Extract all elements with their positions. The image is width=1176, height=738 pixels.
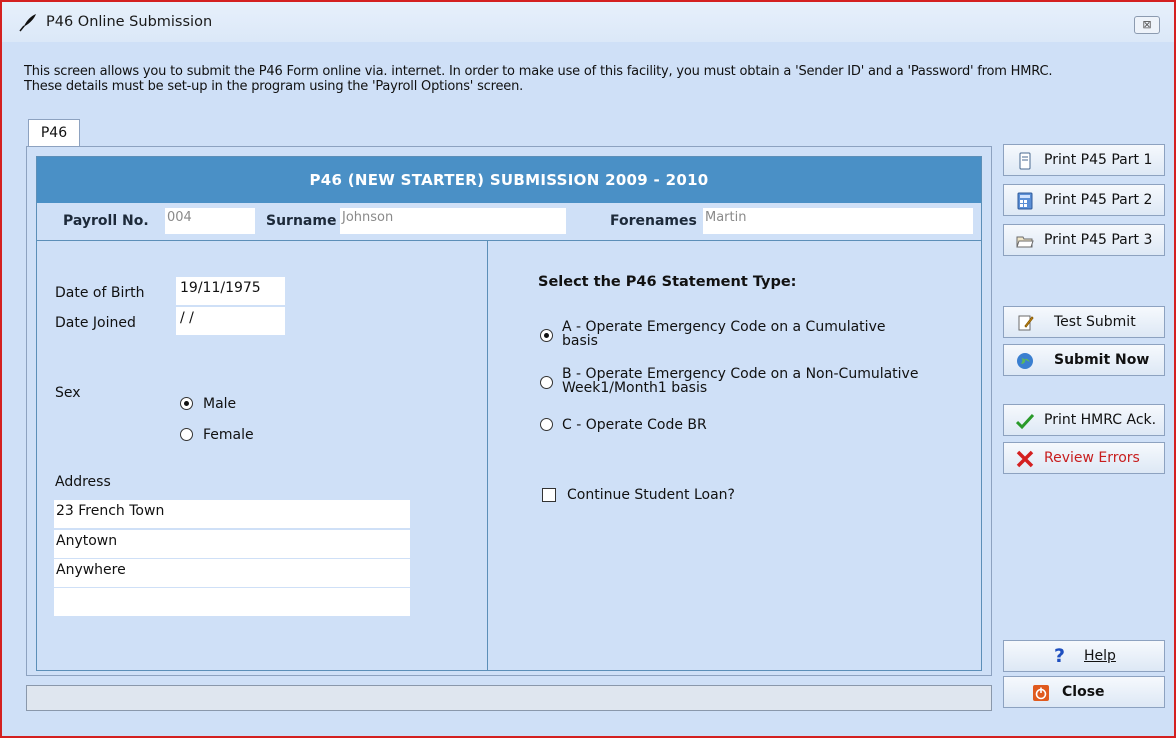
power-icon (1033, 685, 1049, 701)
review-errors-label: Review Errors (1044, 450, 1140, 466)
payroll-field[interactable]: 004 (165, 208, 255, 234)
surname-field[interactable]: Johnson (340, 208, 566, 234)
help-label: Help (1084, 648, 1116, 664)
close-label: Close (1062, 684, 1105, 700)
sex-male-label[interactable]: Male (203, 396, 236, 412)
submit-now-label: Submit Now (1054, 352, 1150, 368)
address-line-4[interactable] (54, 588, 410, 616)
address-line-3[interactable]: Anywhere (54, 559, 410, 587)
forenames-label: Forenames (610, 213, 697, 229)
statement-c-radio[interactable] (540, 418, 553, 431)
print-p45-part2-button[interactable]: Print P45 Part 2 (1003, 184, 1165, 216)
dob-input[interactable]: 19/11/1975 (176, 277, 285, 305)
submission-banner: P46 (NEW STARTER) SUBMISSION 2009 - 2010 (37, 157, 981, 203)
student-loan-checkbox[interactable] (542, 488, 556, 502)
sex-female-radio[interactable] (180, 428, 193, 441)
date-joined-label: Date Joined (55, 315, 136, 331)
statement-heading: Select the P46 Statement Type: (538, 274, 797, 290)
title-bar: P46 Online Submission ⊠ (2, 2, 1174, 42)
test-submit-label: Test Submit (1054, 314, 1136, 330)
address-line-1[interactable]: 23 French Town (54, 500, 410, 528)
statement-a-radio[interactable] (540, 329, 553, 342)
dob-label: Date of Birth (55, 285, 145, 301)
help-button[interactable]: ? Help (1003, 640, 1165, 672)
sex-male-radio[interactable] (180, 397, 193, 410)
statement-b-line-1: B - Operate Emergency Code on a Non-Cumu… (562, 366, 919, 382)
print-p45-part3-button[interactable]: Print P45 Part 3 (1003, 224, 1165, 256)
print-p45-part3-label: Print P45 Part 3 (1044, 232, 1153, 248)
document-icon (1019, 152, 1031, 170)
date-joined-input[interactable]: / / (176, 307, 285, 335)
divider-vertical (487, 241, 488, 671)
submit-now-button[interactable]: Submit Now (1003, 344, 1165, 376)
address-line-2[interactable]: Anytown (54, 530, 410, 558)
document-edit-icon (1018, 315, 1034, 331)
statement-b-line-2: Week1/Month1 basis (562, 380, 708, 396)
window-close-button[interactable]: ⊠ (1134, 16, 1160, 34)
statement-a-line-1: A - Operate Emergency Code on a Cumulati… (562, 319, 886, 335)
student-loan-label[interactable]: Continue Student Loan? (567, 487, 735, 503)
print-p45-part2-label: Print P45 Part 2 (1044, 192, 1153, 208)
forenames-field[interactable]: Martin (703, 208, 973, 234)
divider-horizontal (37, 240, 981, 241)
print-p45-part1-button[interactable]: Print P45 Part 1 (1003, 144, 1165, 176)
folder-open-icon (1016, 236, 1034, 248)
globe-icon (1017, 353, 1033, 369)
intro-line-1: This screen allows you to submit the P46… (24, 64, 1053, 79)
statement-a-line-2: basis (562, 333, 598, 349)
window-title: P46 Online Submission (46, 14, 213, 30)
help-icon: ? (1054, 645, 1066, 667)
quill-icon (19, 14, 36, 32)
close-button[interactable]: Close (1003, 676, 1165, 708)
intro-line-2: These details must be set-up in the prog… (24, 79, 524, 94)
calculator-icon (1017, 192, 1033, 210)
address-label: Address (55, 474, 111, 490)
statement-c-label[interactable]: C - Operate Code BR (562, 417, 707, 433)
payroll-label: Payroll No. (63, 213, 149, 229)
test-submit-button[interactable]: Test Submit (1003, 306, 1165, 338)
intro-text: This screen allows you to submit the P46… (24, 64, 1174, 94)
statement-a-label[interactable]: A - Operate Emergency Code on a Cumulati… (562, 320, 885, 348)
status-bar (26, 685, 992, 711)
sex-label: Sex (55, 385, 81, 401)
print-p45-part1-label: Print P45 Part 1 (1044, 152, 1153, 168)
red-x-icon (1016, 450, 1034, 468)
tab-p46[interactable]: P46 (28, 119, 80, 147)
surname-label: Surname (266, 213, 337, 229)
checkmark-icon (1016, 413, 1034, 430)
statement-b-label[interactable]: B - Operate Emergency Code on a Non-Cumu… (562, 367, 918, 395)
print-hmrc-ack-button[interactable]: Print HMRC Ack. (1003, 404, 1165, 436)
review-errors-button[interactable]: Review Errors (1003, 442, 1165, 474)
sex-female-label[interactable]: Female (203, 427, 254, 443)
print-hmrc-ack-label: Print HMRC Ack. (1044, 412, 1157, 428)
statement-b-radio[interactable] (540, 376, 553, 389)
